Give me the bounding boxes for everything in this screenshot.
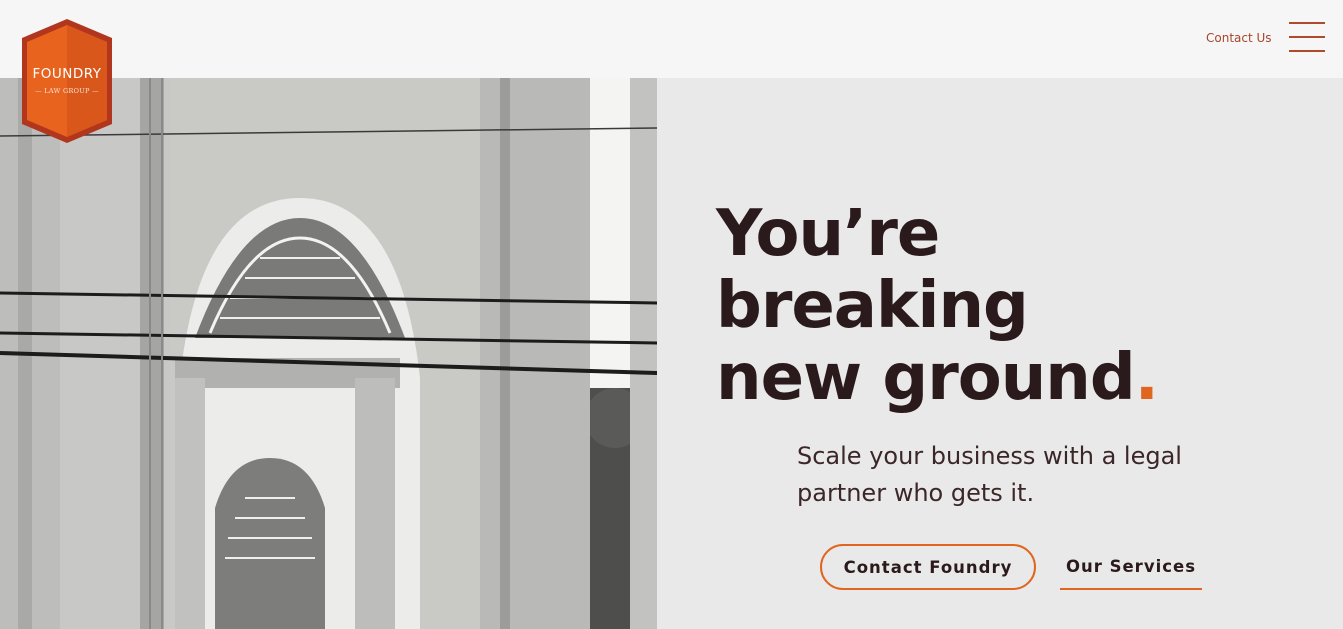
- headline-dot: .: [1134, 341, 1159, 415]
- foundry-logo[interactable]: FOUNDRY — LAW GROUP —: [18, 16, 116, 146]
- hero-headline: You’re breaking new ground.: [716, 198, 1276, 414]
- headline-line-2: breaking: [716, 269, 1029, 343]
- hero-subheading: Scale your business with a legal partner…: [797, 442, 1182, 507]
- nav-contact-link[interactable]: Contact Us: [1206, 31, 1272, 45]
- our-services-link[interactable]: Our Services: [1060, 552, 1202, 590]
- logo-subtitle: — LAW GROUP —: [35, 87, 99, 95]
- top-navigation-bar: [0, 0, 1343, 78]
- contact-foundry-button[interactable]: Contact Foundry: [820, 544, 1036, 590]
- logo-wordmark: FOUNDRY: [32, 66, 102, 82]
- headline-line-3: new ground: [716, 341, 1136, 415]
- hamburger-icon[interactable]: [1289, 22, 1325, 53]
- hero-bridge-photo: [0, 78, 657, 629]
- headline-line-1: You’re: [716, 197, 940, 271]
